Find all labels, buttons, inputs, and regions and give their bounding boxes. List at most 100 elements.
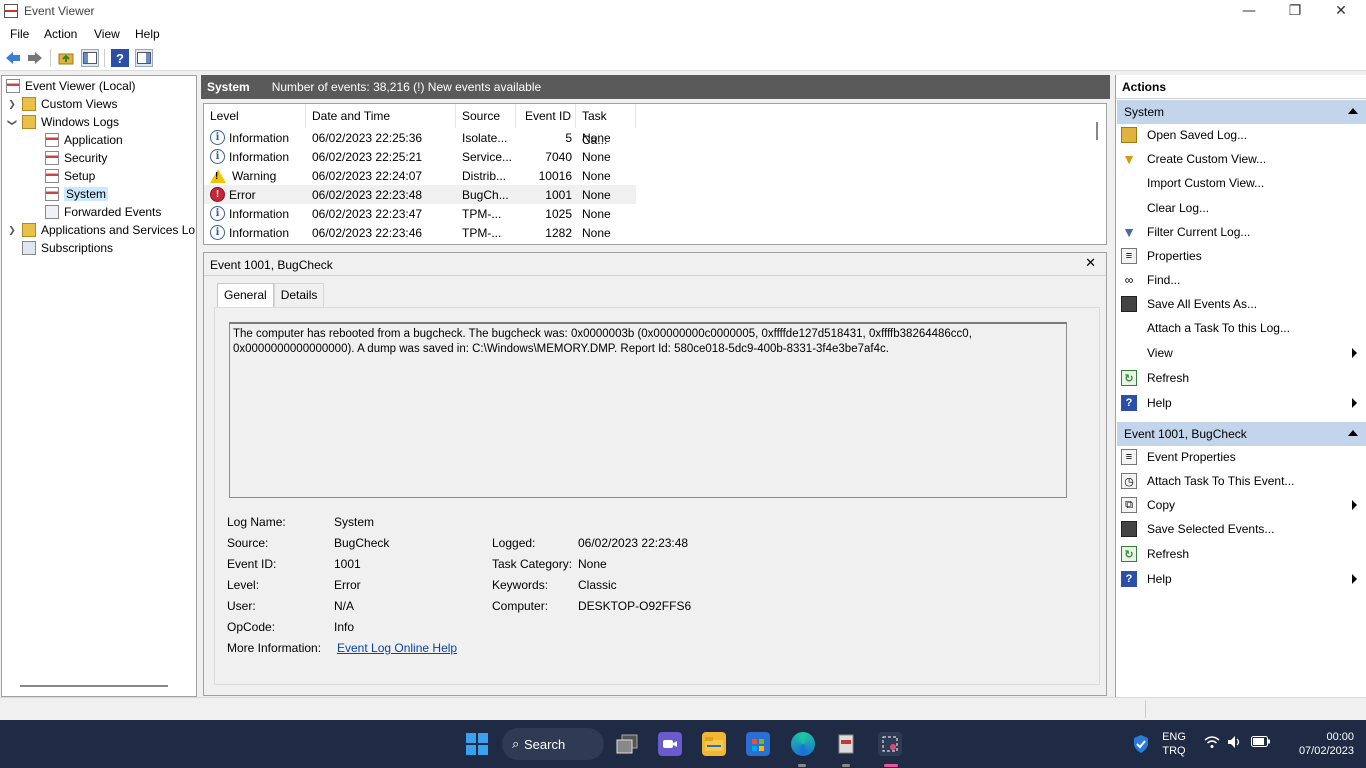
tree-item-system[interactable]: System [45, 185, 109, 203]
running-indicator [798, 764, 806, 767]
volume-icon[interactable] [1226, 735, 1244, 753]
cell-event-id: 5 [565, 130, 572, 145]
action-copy[interactable]: ⧉ Copy [1121, 494, 1365, 516]
collapse-arrow-icon[interactable] [1348, 108, 1358, 114]
collapse-arrow-icon[interactable] [1348, 430, 1358, 436]
action-event-refresh[interactable]: ↻ Refresh [1121, 543, 1365, 565]
table-row[interactable]: i Information 06/02/2023 22:23:47 TPM-...… [204, 204, 636, 223]
action-import-custom-view[interactable]: Import Custom View... [1121, 172, 1365, 194]
close-button[interactable]: ✕ [1318, 0, 1364, 23]
column-date[interactable]: Date and Time [306, 104, 456, 128]
action-label: Copy [1147, 498, 1176, 512]
action-save-all-events[interactable]: Save All Events As... [1121, 293, 1365, 315]
tree-item-security[interactable]: Security [45, 149, 107, 167]
menu-action[interactable]: Action [44, 27, 77, 41]
actions-section-event[interactable]: Event 1001, BugCheck [1117, 422, 1366, 446]
action-filter-current-log[interactable]: ▼ Filter Current Log... [1121, 221, 1365, 243]
tree-item-forwarded-events[interactable]: Forwarded Events [45, 203, 161, 221]
action-open-saved-log[interactable]: Open Saved Log... [1121, 124, 1365, 146]
table-row[interactable]: i Information 06/02/2023 22:25:21 Service… [204, 147, 636, 166]
menu-file[interactable]: File [10, 27, 29, 41]
menu-help[interactable]: Help [135, 27, 160, 41]
action-create-custom-view[interactable]: ▼ Create Custom View... [1121, 148, 1365, 170]
column-task-category[interactable]: Task Ca... [576, 104, 636, 147]
restore-button[interactable]: ❐ [1272, 0, 1318, 23]
back-arrow-icon[interactable] [4, 49, 22, 67]
tree-item-subscriptions[interactable]: Subscriptions [22, 239, 113, 257]
action-view[interactable]: View [1121, 342, 1365, 364]
events-grid[interactable]: Level Date and Time Source Event ID Task… [203, 103, 1107, 245]
tree-item-applications-services[interactable]: ❯ Applications and Services Lo [6, 221, 195, 239]
wifi-icon[interactable] [1203, 735, 1221, 753]
action-refresh[interactable]: ↻ Refresh [1121, 367, 1365, 389]
forward-arrow-icon[interactable] [26, 49, 44, 67]
snipping-tool-icon[interactable] [878, 732, 902, 756]
value-event-id: 1001 [334, 557, 361, 571]
windows-start-icon[interactable] [465, 732, 489, 756]
tab-details[interactable]: Details [273, 283, 325, 307]
tree-item-application[interactable]: Application [45, 131, 123, 149]
column-event-id[interactable]: Event ID [516, 104, 576, 128]
action-attach-task-to-log[interactable]: Attach a Task To this Log... [1121, 317, 1365, 339]
table-row[interactable]: i Information 06/02/2023 22:23:46 TPM-...… [204, 223, 636, 242]
action-label: Open Saved Log... [1147, 128, 1248, 142]
cell-level: Warning [232, 168, 277, 183]
input-language-indicator[interactable]: ENG TRQ [1158, 730, 1190, 758]
action-clear-log[interactable]: Clear Log... [1121, 197, 1365, 219]
event-log-help-link[interactable]: Event Log Online Help [337, 641, 457, 655]
toolbar-separator [50, 49, 51, 67]
action-help[interactable]: ? Help [1121, 392, 1365, 414]
microsoft-store-icon[interactable] [746, 732, 770, 756]
event-viewer-taskbar-icon[interactable] [834, 732, 858, 756]
folder-up-icon[interactable] [57, 49, 75, 67]
binoculars-icon: ∞ [1124, 273, 1134, 287]
file-explorer-icon[interactable] [702, 732, 726, 756]
chevron-down-icon[interactable]: ❯ [7, 116, 18, 128]
tree-item-setup[interactable]: Setup [45, 167, 95, 185]
close-icon[interactable]: ✕ [1085, 256, 1096, 271]
menu-view[interactable]: View [94, 27, 120, 41]
label-computer: Computer: [492, 599, 549, 613]
cell-source: Service... [462, 149, 513, 164]
help-icon[interactable]: ? [111, 49, 129, 67]
edge-browser-icon[interactable] [791, 732, 815, 756]
task-view-icon[interactable] [615, 732, 639, 756]
action-label: Refresh [1147, 547, 1190, 561]
column-level[interactable]: Level [204, 104, 306, 128]
actions-section-system[interactable]: System [1117, 100, 1366, 124]
tree-item-custom-views[interactable]: ❯ Custom Views [6, 95, 117, 113]
event-message-box[interactable]: The computer has rebooted from a bugchec… [229, 322, 1067, 498]
chevron-right-icon[interactable]: ❯ [6, 99, 18, 110]
clock[interactable]: 00:00 07/02/2023 [1278, 730, 1354, 758]
action-properties[interactable]: ≡ Properties [1121, 245, 1365, 267]
value-keywords: Classic [578, 578, 617, 592]
battery-icon[interactable] [1250, 736, 1272, 751]
action-attach-task-to-event[interactable]: ◷ Attach Task To This Event... [1121, 470, 1365, 492]
tree-root[interactable]: Event Viewer (Local) [6, 77, 136, 95]
table-row[interactable]: i Information 06/02/2023 22:25:36 Isolate… [204, 128, 636, 147]
action-find[interactable]: ∞ Find... [1121, 269, 1365, 291]
show-hide-tree-icon[interactable] [81, 49, 99, 67]
chevron-right-icon[interactable]: ❯ [6, 225, 18, 236]
cell-source: Isolate... [462, 130, 508, 145]
grid-vertical-scrollbar[interactable] [1096, 122, 1098, 140]
taskbar-search-button[interactable]: ⌕ Search [502, 728, 604, 760]
action-event-help[interactable]: ? Help [1121, 568, 1365, 590]
actions-title: Actions [1116, 75, 1366, 99]
value-computer: DESKTOP-O92FFS6 [578, 599, 692, 613]
minimize-button[interactable]: — [1226, 0, 1272, 23]
action-save-selected-events[interactable]: Save Selected Events... [1121, 518, 1365, 540]
submenu-arrow-icon [1352, 398, 1357, 408]
action-event-properties[interactable]: ≡ Event Properties [1121, 446, 1365, 468]
table-row[interactable]: ! Warning 06/02/2023 22:24:07 Distrib... … [204, 166, 636, 185]
tab-general[interactable]: General [217, 283, 274, 307]
teams-chat-icon[interactable] [658, 732, 682, 756]
tree-item-windows-logs[interactable]: ❯ Windows Logs [6, 113, 119, 131]
show-hide-action-pane-icon[interactable] [135, 49, 153, 67]
table-row-selected[interactable]: ! Error 06/02/2023 22:23:48 BugCh... 1001… [204, 185, 636, 204]
clock-time: 00:00 [1326, 731, 1354, 743]
column-source[interactable]: Source [456, 104, 516, 128]
tree-horizontal-scrollbar[interactable] [20, 685, 168, 687]
security-shield-icon[interactable] [1131, 734, 1151, 758]
action-label: Save Selected Events... [1147, 522, 1275, 536]
